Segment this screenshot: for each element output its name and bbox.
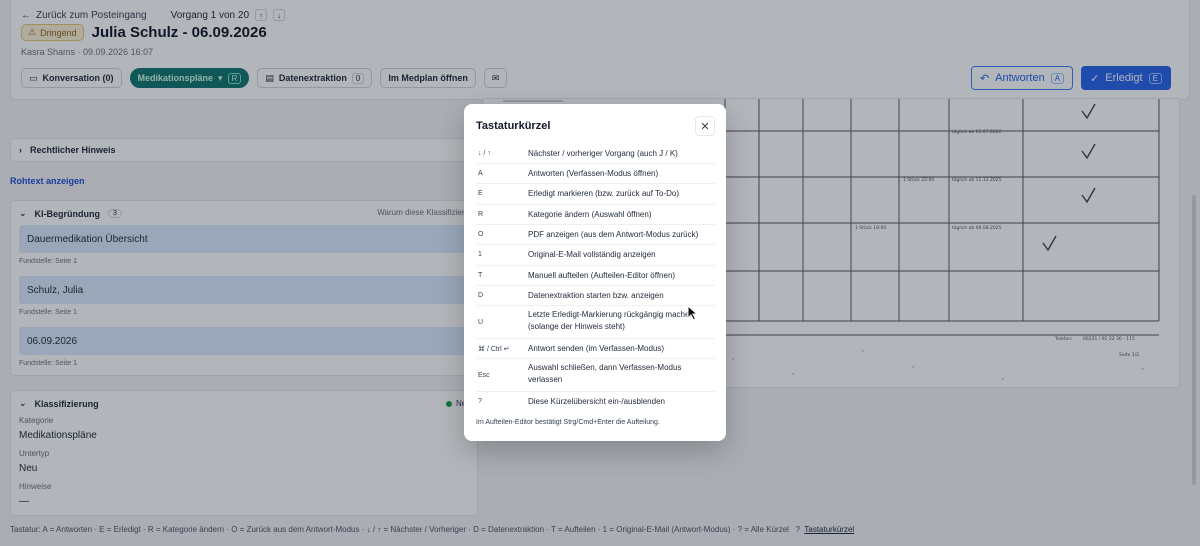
- mouse-cursor-icon: [687, 305, 699, 321]
- shortcut-row: Esc Auswahl schließen, dann Verfassen-Mo…: [476, 359, 715, 392]
- shortcut-row: U Letzte Erledigt-Markierung rückgängig …: [476, 306, 715, 339]
- shortcut-row: ↓ / ↑ Nächster / vorheriger Vorgang (auc…: [476, 144, 715, 164]
- shortcut-row: ⌘ / Ctrl ↵ Antwort senden (im Verfassen-…: [476, 339, 715, 359]
- shortcuts-modal: Tastaturkürzel ✕ ↓ / ↑ Nächster / vorher…: [464, 104, 726, 441]
- shortcut-row: 1 Original-E-Mail vollständig anzeigen: [476, 245, 715, 266]
- shortcut-row: O PDF anzeigen (aus dem Antwort-Modus zu…: [476, 225, 715, 245]
- shortcut-row: R Kategorie ändern (Auswahl öffnen): [476, 205, 715, 225]
- shortcut-row: A Antworten (Verfassen-Modus öffnen): [476, 164, 715, 184]
- close-icon: ✕: [700, 120, 710, 133]
- shortcut-row: ? Diese Kürzelübersicht ein-/ausblenden: [478, 397, 665, 406]
- shortcut-row: D Datenextraktion starten bzw. anzeigen: [476, 286, 715, 306]
- shortcut-row: T Manuell aufteilen (Aufteilen-Editor öf…: [476, 266, 715, 286]
- close-button[interactable]: ✕: [695, 116, 715, 136]
- modal-title: Tastaturkürzel: [476, 120, 551, 132]
- shortcut-row: E Erledigt markieren (bzw. zurück auf To…: [476, 184, 715, 205]
- modal-footnote: Im Aufteilen-Editor bestätigt Strg/Cmd+E…: [476, 419, 660, 426]
